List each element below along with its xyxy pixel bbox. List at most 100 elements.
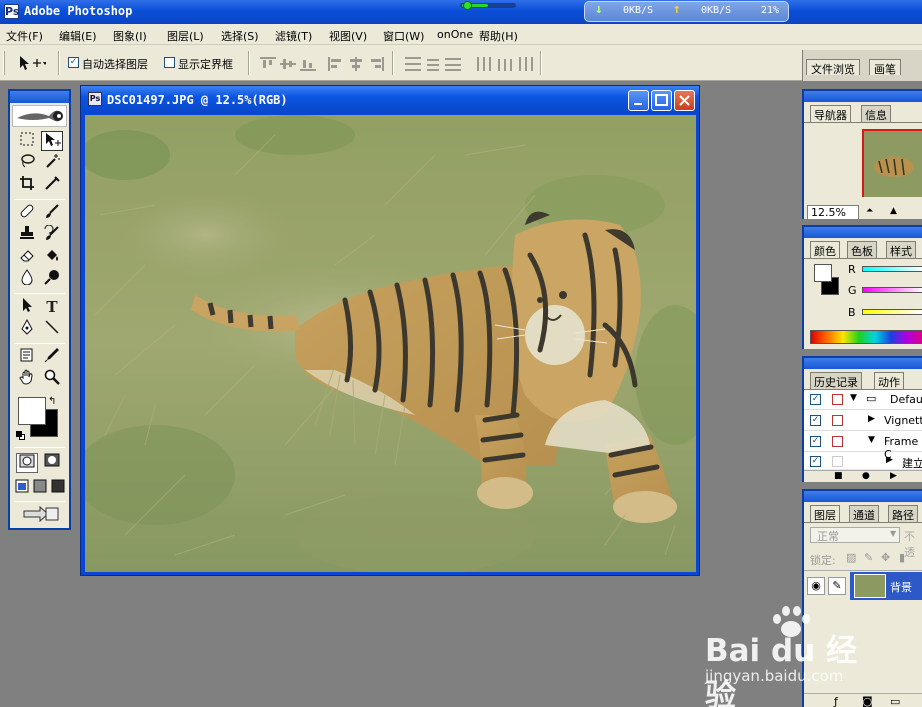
menu-file[interactable]: 文件(F) — [6, 28, 43, 44]
options-grip[interactable] — [3, 51, 5, 75]
layer-brush-icon[interactable]: ✎ — [828, 577, 846, 595]
distribute-horizontal-center-icon[interactable] — [497, 57, 513, 71]
photoshop-icon[interactable]: Ps — [4, 4, 19, 19]
lasso-tool-icon[interactable] — [16, 153, 38, 173]
toolbox-title-bar[interactable] — [10, 91, 69, 103]
menu-layer[interactable]: 图层(L) — [167, 28, 204, 44]
navigator-zoom-field[interactable]: 12.5% — [807, 205, 859, 219]
history-brush-tool-icon[interactable] — [41, 224, 63, 245]
distribute-vertical-center-icon[interactable] — [425, 57, 441, 71]
action-toggle-checkbox[interactable]: ✓ — [810, 394, 821, 405]
dodge-tool-icon[interactable] — [41, 269, 63, 289]
document-icon[interactable]: Ps — [88, 92, 102, 106]
layer-visibility-eye-icon[interactable]: ◉ — [807, 577, 825, 595]
tab-history[interactable]: 历史记录 — [810, 372, 862, 389]
distribute-right-icon[interactable] — [517, 57, 533, 71]
crop-tool-icon[interactable] — [16, 175, 38, 195]
color-fg-swatch[interactable] — [814, 264, 832, 282]
record-icon[interactable]: ● — [862, 471, 870, 481]
tab-info[interactable]: 信息 — [861, 105, 891, 122]
notes-tool-icon[interactable] — [16, 347, 38, 367]
action-row[interactable]: ✓ ▼ Frame C — [804, 432, 922, 461]
dialog-toggle-icon[interactable] — [832, 415, 843, 426]
dialog-toggle-icon[interactable] — [832, 436, 843, 447]
action-row[interactable]: ✓ ▼ ▭ Defau — [804, 390, 922, 410]
align-right-icon[interactable] — [368, 57, 384, 71]
distribute-top-icon[interactable] — [405, 57, 421, 71]
menu-onone[interactable]: onOne — [437, 28, 473, 41]
palette-well-tab-file-browser[interactable]: 文件浏览 — [806, 59, 860, 76]
close-button[interactable] — [674, 90, 695, 111]
r-slider[interactable] — [862, 266, 922, 272]
minimize-button[interactable] — [628, 90, 649, 111]
color-palette-title-bar[interactable] — [804, 227, 922, 238]
hand-tool-icon[interactable] — [16, 369, 38, 389]
play-icon[interactable]: ▶ — [890, 471, 897, 481]
healing-brush-tool-icon[interactable] — [16, 203, 38, 223]
show-bounding-box-checkbox[interactable] — [164, 57, 175, 68]
dialog-toggle-icon[interactable] — [832, 394, 843, 405]
adobe-online-feather-icon[interactable] — [12, 105, 67, 127]
clone-stamp-tool-icon[interactable] — [16, 225, 38, 245]
g-slider[interactable] — [862, 287, 922, 293]
menu-select[interactable]: 选择(S) — [221, 28, 259, 44]
action-row[interactable]: ✓ ▶ 建立 — [804, 453, 922, 471]
tab-swatches[interactable]: 色板 — [847, 241, 877, 258]
stop-icon[interactable]: ■ — [834, 471, 843, 481]
maximize-button[interactable] — [651, 90, 672, 111]
menu-image[interactable]: 图象(I) — [113, 28, 147, 44]
align-left-icon[interactable] — [328, 57, 344, 71]
eraser-tool-icon[interactable] — [16, 247, 38, 267]
slice-tool-icon[interactable] — [41, 175, 63, 195]
navigator-palette-title-bar[interactable] — [804, 91, 922, 102]
swap-colors-icon[interactable]: ↰ — [48, 396, 56, 407]
lock-image-icon[interactable]: ✎ — [864, 551, 873, 564]
eyedropper-tool-icon[interactable] — [41, 347, 63, 367]
image-canvas[interactable] — [85, 115, 696, 572]
expand-triangle-icon[interactable]: ▼ — [868, 435, 875, 445]
screen-mode-full-icon[interactable] — [50, 479, 66, 499]
color-ramp[interactable] — [810, 330, 922, 344]
menu-view[interactable]: 视图(V) — [329, 28, 367, 44]
menu-edit[interactable]: 编辑(E) — [59, 28, 97, 44]
blend-mode-select[interactable]: 正常 — [810, 527, 900, 543]
jump-to-imageready-icon[interactable] — [18, 505, 62, 525]
history-palette-title-bar[interactable] — [804, 358, 922, 369]
menu-filter[interactable]: 滤镜(T) — [275, 28, 312, 44]
distribute-left-icon[interactable] — [477, 57, 493, 71]
zoom-out-icon[interactable]: ⏶ — [866, 206, 873, 216]
blur-tool-icon[interactable] — [16, 269, 38, 289]
navigator-preview[interactable] — [862, 129, 922, 197]
quick-mask-mode-icon[interactable] — [41, 453, 63, 473]
palette-well-tab-brushes[interactable]: 画笔 — [869, 59, 901, 76]
tab-color[interactable]: 颜色 — [810, 241, 840, 258]
collapsed-triangle-icon[interactable]: ▶ — [886, 455, 893, 465]
magic-wand-tool-icon[interactable] — [41, 153, 63, 173]
zoom-tool-icon[interactable] — [41, 369, 63, 389]
tab-navigator[interactable]: 导航器 — [810, 105, 851, 122]
tab-styles[interactable]: 样式 — [886, 241, 916, 258]
marquee-tool-icon[interactable] — [16, 131, 38, 151]
type-tool-icon[interactable]: T — [41, 297, 63, 317]
standard-mode-icon[interactable] — [16, 453, 38, 473]
action-toggle-checkbox[interactable]: ✓ — [810, 436, 821, 447]
tab-channels[interactable]: 通道 — [849, 505, 879, 522]
path-selection-tool-icon[interactable] — [16, 297, 38, 317]
dialog-toggle-icon[interactable] — [832, 456, 843, 467]
move-tool-preset-icon[interactable] — [16, 54, 46, 72]
collapsed-triangle-icon[interactable]: ▶ — [868, 414, 875, 424]
document-title-bar[interactable]: Ps DSC01497.JPG @ 12.5%(RGB) — [81, 86, 699, 113]
lock-all-icon[interactable]: ▮ — [899, 551, 905, 564]
align-bottom-icon[interactable] — [300, 57, 316, 71]
screen-mode-standard-icon[interactable] — [14, 479, 30, 499]
align-top-icon[interactable] — [260, 57, 276, 71]
menu-help[interactable]: 帮助(H) — [479, 28, 518, 44]
foreground-color-swatch[interactable] — [18, 397, 46, 425]
align-vertical-center-icon[interactable] — [280, 57, 296, 71]
brush-tool-icon[interactable] — [41, 203, 63, 223]
move-tool-icon[interactable] — [41, 131, 63, 151]
auto-select-layer-checkbox[interactable]: ✓ — [68, 57, 79, 68]
tab-paths[interactable]: 路径 — [888, 505, 918, 522]
tab-actions[interactable]: 动作 — [874, 372, 904, 389]
align-horizontal-center-icon[interactable] — [348, 57, 364, 71]
